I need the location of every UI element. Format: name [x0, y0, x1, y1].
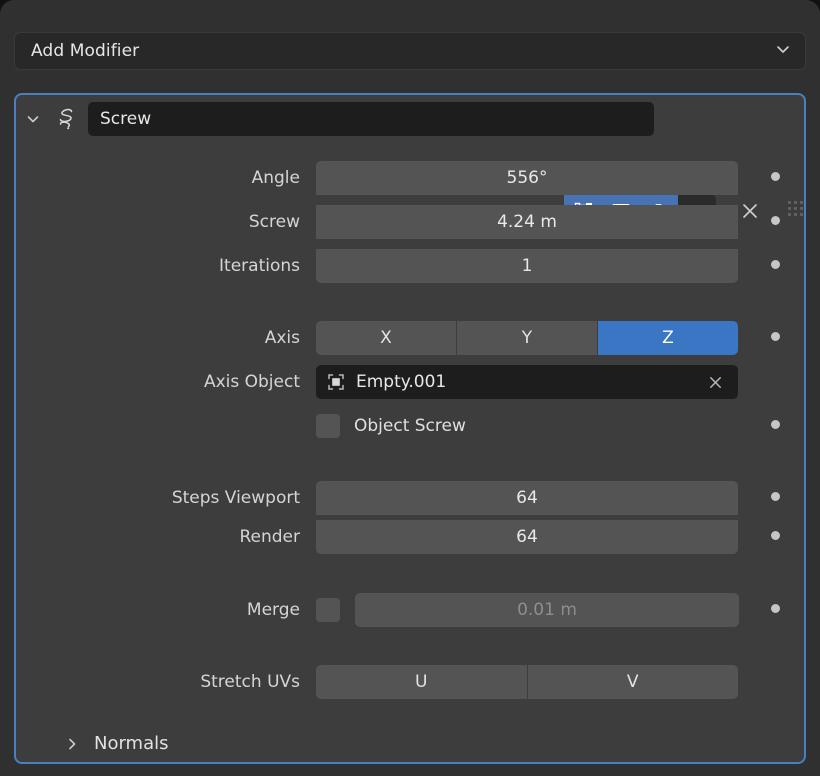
chevron-down-icon [775, 41, 791, 61]
property-row-render-steps: Render 64 [16, 518, 804, 556]
render-steps-label: Render [239, 527, 300, 547]
screw-modifier-icon [50, 95, 84, 143]
property-row-iterations: Iterations 1 [16, 247, 804, 285]
axis-option-x[interactable]: X [316, 321, 457, 355]
axis-object-label: Axis Object [203, 372, 300, 392]
property-row-screw: Screw 4.24 m [16, 203, 804, 241]
animate-decorator-object-screw[interactable] [771, 420, 780, 429]
stretch-uvs-button-group: U V [316, 665, 738, 699]
property-row-axis-object: Axis Object Empty.001 [16, 363, 804, 401]
merge-label: Merge [246, 600, 300, 620]
animate-decorator-angle[interactable] [771, 172, 780, 181]
axis-object-value: Empty.001 [356, 372, 447, 392]
angle-label: Angle [251, 168, 300, 188]
steps-viewport-label: Steps Viewport [171, 488, 300, 508]
property-row-stretch-uvs: Stretch UVs U V [16, 663, 804, 701]
animate-decorator-render-steps[interactable] [771, 531, 780, 540]
angle-value-field[interactable]: 556° [316, 161, 738, 195]
screw-label: Screw [248, 212, 300, 232]
subpanel-normals[interactable]: Normals [16, 721, 804, 762]
add-modifier-label: Add Modifier [31, 41, 140, 61]
iterations-label: Iterations [219, 256, 300, 276]
animate-decorator-iterations[interactable] [771, 260, 780, 269]
modifier-header: Screw [16, 95, 804, 143]
object-screw-checkbox[interactable] [316, 414, 340, 438]
axis-button-group: X Y Z [316, 321, 738, 355]
axis-option-z[interactable]: Z [598, 321, 738, 355]
animate-decorator-merge[interactable] [771, 604, 780, 613]
chevron-right-icon [64, 736, 80, 752]
stretch-uvs-label: Stretch UVs [200, 672, 300, 692]
axis-option-y[interactable]: Y [457, 321, 598, 355]
screw-value-field[interactable]: 4.24 m [316, 205, 738, 239]
steps-viewport-value-field[interactable]: 64 [316, 481, 738, 515]
object-screw-control[interactable]: Object Screw [316, 414, 466, 438]
axis-object-selector[interactable]: Empty.001 [316, 365, 738, 399]
axis-label: Axis [264, 328, 300, 348]
properties-editor: Add Modifier Screw Angle 556° Screw 4.24… [0, 0, 820, 776]
animate-decorator-steps-viewport[interactable] [771, 492, 780, 501]
modifier-name-input[interactable]: Screw [88, 102, 654, 136]
property-row-angle: Angle 556° [16, 159, 804, 197]
clear-axis-object-button[interactable] [707, 374, 724, 391]
render-steps-value-field[interactable]: 64 [316, 520, 738, 554]
screw-modifier-panel: Screw Angle 556° Screw 4.24 m Iterations… [14, 93, 806, 764]
iterations-value-field[interactable]: 1 [316, 249, 738, 283]
empty-object-icon [326, 372, 346, 392]
panel-expand-toggle[interactable] [16, 95, 50, 143]
merge-checkbox[interactable] [316, 598, 340, 622]
subpanel-normals-label: Normals [94, 733, 169, 754]
modifier-name-value: Screw [100, 109, 152, 129]
property-row-axis: Axis X Y Z [16, 319, 804, 357]
property-row-object-screw: Object Screw [16, 407, 804, 445]
stretch-uv-option-u[interactable]: U [316, 665, 528, 699]
merge-distance-field: 0.01 m [355, 593, 739, 627]
object-screw-label: Object Screw [354, 416, 466, 436]
animate-decorator-axis[interactable] [771, 332, 780, 341]
property-row-merge: Merge 0.01 m [16, 591, 804, 629]
property-row-steps-viewport: Steps Viewport 64 [16, 479, 804, 517]
stretch-uv-option-v[interactable]: V [527, 665, 738, 699]
add-modifier-dropdown[interactable]: Add Modifier [14, 32, 806, 70]
animate-decorator-screw[interactable] [771, 216, 780, 225]
